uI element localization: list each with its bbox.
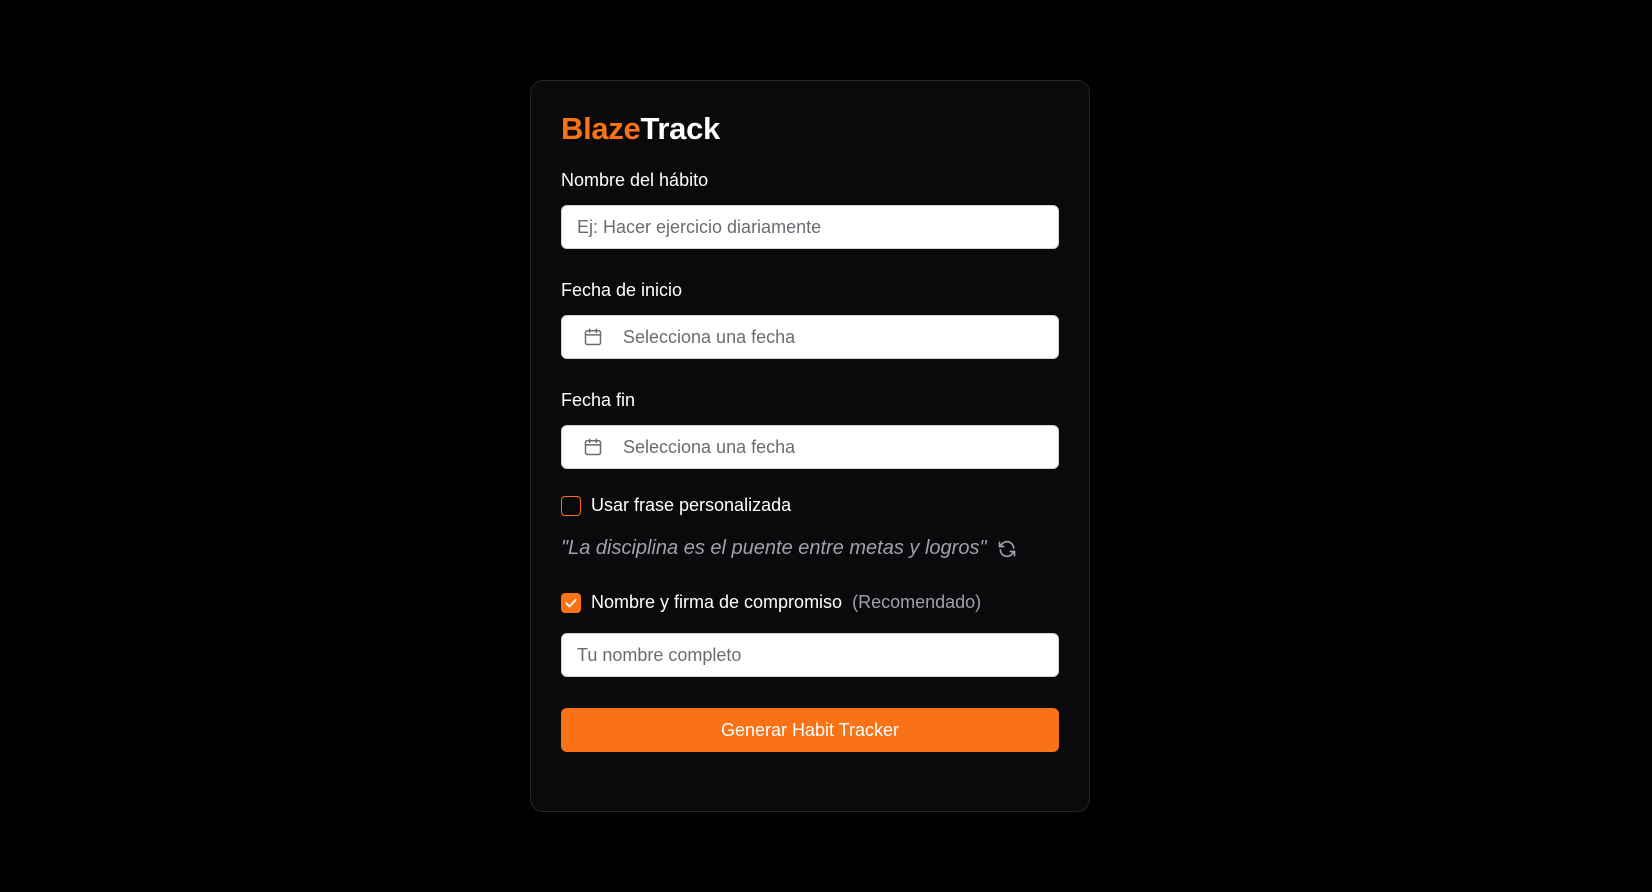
habit-name-placeholder: Ej: Hacer ejercicio diariamente [577, 216, 822, 237]
habit-name-input[interactable]: Ej: Hacer ejercicio diariamente [561, 205, 1059, 249]
signature-checkbox[interactable] [561, 592, 581, 613]
calendar-icon [583, 327, 603, 347]
logo-rest: Track [640, 111, 720, 146]
refresh-icon[interactable] [997, 539, 1017, 559]
end-date-picker[interactable]: Selecciona una fecha [561, 425, 1059, 469]
generate-button[interactable]: Generar Habit Tracker [561, 708, 1059, 752]
custom-phrase-checkbox[interactable] [561, 495, 581, 516]
recommended-note: (Recomendado) [852, 592, 982, 612]
app-logo: BlazeTrack [561, 111, 1059, 147]
end-date-placeholder: Selecciona una fecha [623, 436, 796, 457]
full-name-input[interactable]: Tu nombre completo [561, 633, 1059, 677]
calendar-icon [583, 437, 603, 457]
check-icon [565, 598, 577, 607]
end-date-label: Fecha fin [561, 390, 636, 410]
form-card: BlazeTrack Nombre del hábito Ej: Hacer e… [530, 80, 1090, 812]
quote-text: "La disciplina es el puente entre metas … [561, 537, 987, 559]
logo-accent: Blaze [561, 111, 641, 146]
signature-label: Nombre y firma de compromiso [591, 592, 843, 612]
custom-phrase-option[interactable]: Usar frase personalizada [561, 495, 791, 516]
quote-row: "La disciplina es el puente entre metas … [561, 537, 1017, 560]
full-name-placeholder: Tu nombre completo [577, 644, 742, 665]
start-date-placeholder: Selecciona una fecha [623, 326, 796, 347]
signature-option[interactable]: Nombre y firma de compromiso (Recomendad… [561, 592, 981, 613]
custom-phrase-label: Usar frase personalizada [591, 495, 792, 515]
habit-name-label: Nombre del hábito [561, 170, 709, 190]
start-date-picker[interactable]: Selecciona una fecha [561, 315, 1059, 359]
start-date-label: Fecha de inicio [561, 280, 683, 300]
